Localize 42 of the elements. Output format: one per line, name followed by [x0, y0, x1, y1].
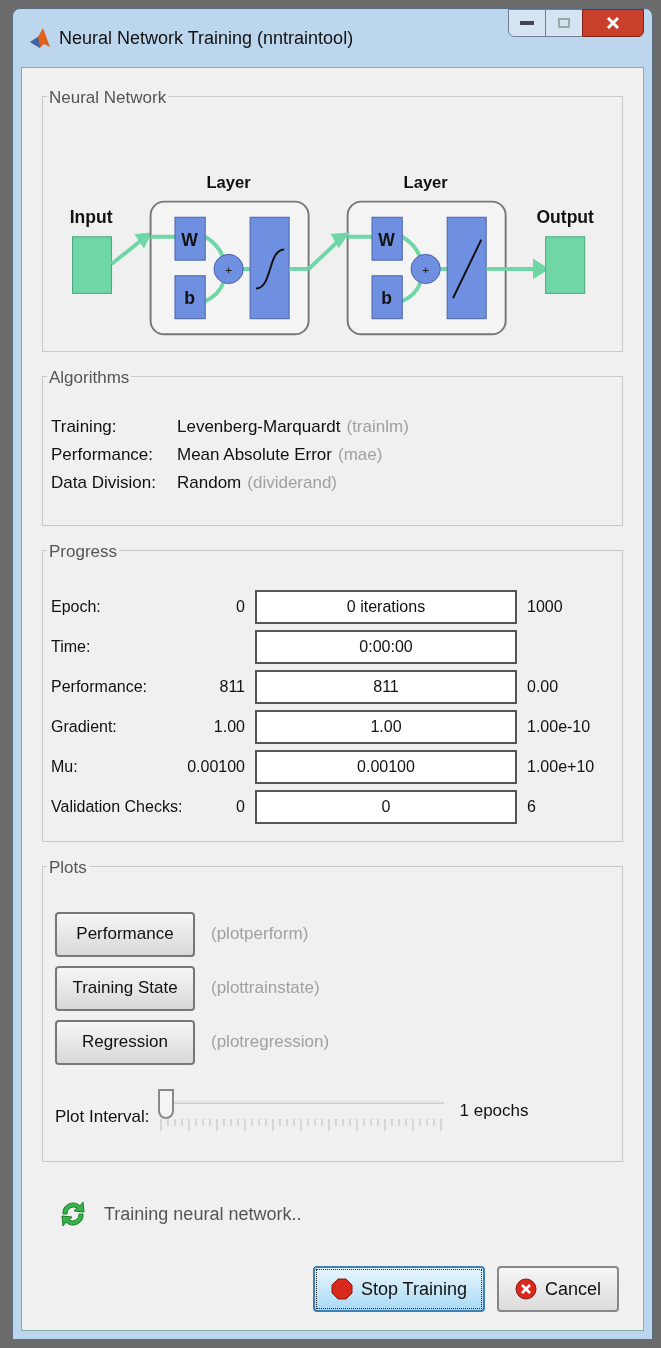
- algorithm-value: Levenberg-Marquardt: [177, 416, 341, 439]
- bias-block: b: [371, 275, 403, 320]
- weight-block: W: [371, 216, 403, 261]
- slider-label: Plot Interval:: [55, 1106, 150, 1129]
- progress-label: Performance:: [51, 677, 149, 697]
- progress-target-value: 1000: [527, 597, 563, 617]
- algorithm-label: Performance:: [51, 444, 155, 467]
- progress-label: Time:: [51, 637, 92, 657]
- progress-start-value: 811: [219, 678, 245, 695]
- progress-start-value: 1.00: [213, 718, 245, 735]
- status-text: Training neural network..: [104, 1202, 302, 1226]
- plot-function: (plotperform): [211, 923, 309, 946]
- progress-label: Validation Checks:: [51, 797, 184, 817]
- output-label: Output: [535, 207, 594, 228]
- progress-start-value: 0.00100: [187, 758, 245, 775]
- plot-function: (plotregression): [211, 1031, 330, 1054]
- slider-value: 1 epochs: [459, 1100, 529, 1123]
- algorithm-function: (dividerand): [247, 472, 338, 495]
- plot-function: (plottrainstate): [211, 977, 320, 1000]
- algorithm-function: (trainlm): [346, 416, 409, 439]
- progress-target-value: 1.00e-10: [527, 717, 591, 737]
- progress-start-value: 0: [236, 598, 245, 615]
- progress-target-value: 0.00: [527, 677, 559, 697]
- algorithm-label: Training:: [51, 416, 118, 439]
- bias-block: b: [174, 275, 206, 320]
- input-label: Input: [69, 207, 112, 228]
- weight-block: W: [174, 216, 206, 261]
- algorithm-value: Mean Absolute Error: [177, 444, 332, 467]
- window-title: Neural Network Training (nntraintool): [59, 26, 354, 50]
- sum-node: +: [213, 253, 244, 285]
- progress-label: Epoch:: [51, 597, 102, 617]
- algorithm-function: (mae): [337, 444, 383, 467]
- layer-label: Layer: [206, 173, 251, 192]
- progress-label: Gradient:: [51, 717, 118, 737]
- layer-label: Layer: [403, 173, 448, 192]
- algorithm-label: Data Division:: [51, 472, 157, 495]
- sum-node: +: [410, 253, 441, 285]
- progress-label: Mu:: [51, 757, 79, 777]
- progress-start-value: 0: [236, 798, 245, 815]
- algorithm-value: Random: [177, 472, 242, 495]
- progress-target-value: 6: [527, 797, 536, 817]
- progress-target-value: 1.00e+10: [527, 757, 595, 777]
